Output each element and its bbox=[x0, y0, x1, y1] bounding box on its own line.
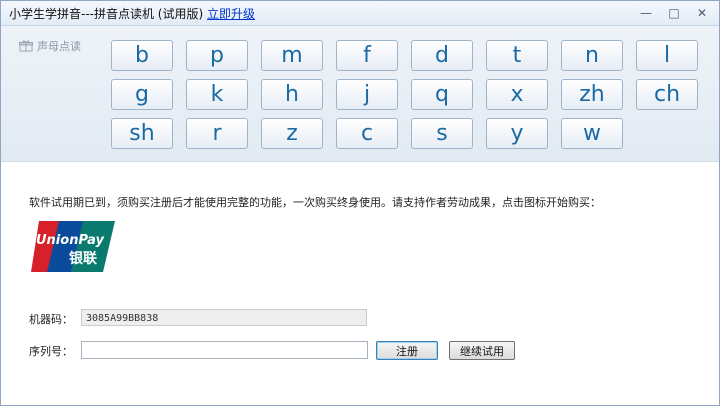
initials-grid: b p m f d t n l g k h j q x zh ch sh r z c s y w bbox=[111, 40, 698, 149]
unionpay-logo[interactable]: UnionPay 银联 bbox=[29, 217, 119, 276]
unionpay-logo-cn: 银联 bbox=[69, 250, 98, 267]
sidebar-item-label: 声母点读 bbox=[37, 40, 81, 53]
register-button[interactable]: 注册 bbox=[376, 341, 438, 360]
continue-trial-button[interactable]: 继续试用 bbox=[449, 341, 515, 360]
initial-key-g[interactable]: g bbox=[111, 79, 173, 110]
initial-key-r[interactable]: r bbox=[186, 118, 248, 149]
initial-key-d[interactable]: d bbox=[411, 40, 473, 71]
maximize-button[interactable]: □ bbox=[661, 3, 687, 23]
app-window: 小学生学拼音---拼音点读机 (试用版) 立即升级 — □ ✕ 声母点读 bpm… bbox=[0, 0, 720, 406]
initial-key-q[interactable]: q bbox=[411, 79, 473, 110]
initial-key-p[interactable]: p bbox=[186, 40, 248, 71]
window-controls: — □ ✕ bbox=[633, 3, 715, 23]
initial-key-n[interactable]: n bbox=[561, 40, 623, 71]
machine-code-field: 3085A99BB838 bbox=[81, 309, 367, 326]
initial-key-l[interactable]: l bbox=[636, 40, 698, 71]
initial-key-m[interactable]: m bbox=[261, 40, 323, 71]
sidebar-item-initials[interactable]: 声母点读 bbox=[19, 38, 81, 54]
initial-key-zh[interactable]: zh bbox=[561, 79, 623, 110]
window-title-text: 小学生学拼音---拼音点读机 (试用版) bbox=[9, 7, 204, 21]
initials-panel: 声母点读 b p m f d t n l g k h j q x zh ch sh r z c s y w bbox=[1, 26, 719, 162]
machine-code-label: 机器码： bbox=[29, 313, 73, 326]
trial-expired-notice: 软件试用期已到，须购买注册后才能使用完整的功能，一次购买终身使用。请支持作者劳动… bbox=[29, 196, 601, 209]
initial-key-ch[interactable]: ch bbox=[636, 79, 698, 110]
initial-key-h[interactable]: h bbox=[261, 79, 323, 110]
initial-key-t[interactable]: t bbox=[486, 40, 548, 71]
initial-key-x[interactable]: x bbox=[486, 79, 548, 110]
initial-key-k[interactable]: k bbox=[186, 79, 248, 110]
initial-key-y[interactable]: y bbox=[486, 118, 548, 149]
initial-key-j[interactable]: j bbox=[336, 79, 398, 110]
initial-key-b[interactable]: b bbox=[111, 40, 173, 71]
serial-number-label: 序列号： bbox=[29, 345, 73, 358]
serial-number-input[interactable] bbox=[81, 341, 368, 359]
unionpay-logo-text: UnionPay bbox=[36, 233, 105, 248]
initial-key-sh[interactable]: sh bbox=[111, 118, 173, 149]
title-bar: 小学生学拼音---拼音点读机 (试用版) 立即升级 — □ ✕ bbox=[1, 1, 719, 26]
upgrade-link[interactable]: 立即升级 bbox=[207, 7, 255, 21]
gift-icon bbox=[19, 40, 33, 52]
close-button[interactable]: ✕ bbox=[689, 3, 715, 23]
window-title: 小学生学拼音---拼音点读机 (试用版) 立即升级 bbox=[9, 5, 255, 22]
initial-key-c[interactable]: c bbox=[336, 118, 398, 149]
minimize-button[interactable]: — bbox=[633, 3, 659, 23]
initial-key-f[interactable]: f bbox=[336, 40, 398, 71]
initial-key-w[interactable]: w bbox=[561, 118, 623, 149]
initial-key-s[interactable]: s bbox=[411, 118, 473, 149]
initial-key-z[interactable]: z bbox=[261, 118, 323, 149]
